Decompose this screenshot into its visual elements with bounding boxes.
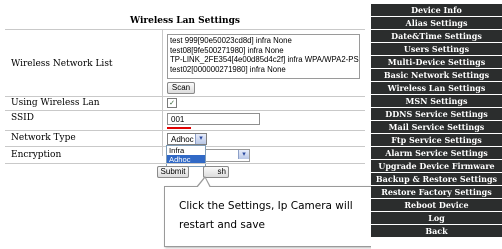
callout-pointer-fill — [197, 178, 210, 188]
column-divider — [162, 29, 163, 156]
network-type-select[interactable]: Adhoc ▾ — [167, 133, 207, 145]
using-wireless-label: Using Wireless Lan — [11, 98, 100, 108]
sidebar-item-upgrade[interactable]: Upgrade Device Firmware — [371, 160, 502, 172]
sidebar-item-alarm[interactable]: Alarm Service Settings — [371, 147, 502, 159]
sidebar-item-reboot[interactable]: Reboot Device — [371, 199, 502, 211]
sidebar-item-restore[interactable]: Restore Factory Settings — [371, 186, 502, 198]
sidebar-item-ftp[interactable]: Ftp Service Settings — [371, 134, 502, 146]
chevron-down-icon[interactable]: ▾ — [195, 134, 206, 144]
sidebar-item-datetime[interactable]: Date&Time Settings — [371, 30, 502, 42]
highlight-underline — [167, 127, 191, 129]
option-infra[interactable]: Infra — [167, 146, 205, 155]
sidebar-item-mail[interactable]: Mail Service Settings — [371, 121, 502, 133]
sidebar-item-msn[interactable]: MSN Settings — [371, 95, 502, 107]
sidebar-item-back[interactable]: Back — [371, 225, 502, 237]
sidebar-item-ddns[interactable]: DDNS Service Settings — [371, 108, 502, 120]
sidebar: Device Info Alias Settings Date&Time Set… — [371, 0, 502, 249]
sidebar-item-alias[interactable]: Alias Settings — [371, 17, 502, 29]
page-title: Wireless Lan Settings — [130, 16, 240, 26]
sidebar-item-basic-network[interactable]: Basic Network Settings — [371, 69, 502, 81]
divider — [5, 163, 365, 164]
network-type-value: Adhoc — [171, 135, 194, 144]
encryption-label: Encryption — [11, 150, 62, 160]
sidebar-item-backup[interactable]: Backup & Restore Settings — [371, 173, 502, 185]
encryption-select[interactable]: ▾ — [200, 149, 250, 162]
sidebar-item-log[interactable]: Log — [371, 212, 502, 224]
network-list-label: Wireless Network List — [11, 59, 113, 69]
network-item[interactable]: test02[000000271980] infra None — [170, 65, 359, 75]
scan-button[interactable]: Scan — [167, 82, 195, 94]
network-type-label: Network Type — [11, 133, 76, 143]
network-item[interactable]: TP-LINK_2FE354[4e00d85d4c2f] infra WPA/W… — [170, 55, 359, 65]
divider — [5, 110, 365, 111]
sidebar-item-multi-device[interactable]: Multi-Device Settings — [371, 56, 502, 68]
using-wireless-checkbox[interactable]: ✓ — [167, 98, 177, 108]
ssid-input[interactable]: 001 — [167, 113, 260, 125]
submit-button[interactable]: Submit — [157, 166, 189, 178]
network-item[interactable]: test08[9fe500271980] infra None — [170, 46, 359, 56]
ssid-label: SSID — [11, 113, 34, 123]
sidebar-item-device-info[interactable]: Device Info — [371, 4, 502, 16]
divider — [5, 29, 365, 30]
divider — [5, 130, 365, 131]
chevron-down-icon[interactable]: ▾ — [238, 150, 249, 159]
sidebar-item-users[interactable]: Users Settings — [371, 43, 502, 55]
network-item[interactable]: test 999[90e50023cd8d] infra None — [170, 36, 359, 46]
sidebar-item-wireless-lan[interactable]: Wireless Lan Settings — [371, 82, 502, 94]
network-list[interactable]: test 999[90e50023cd8d] infra None test08… — [167, 34, 360, 79]
